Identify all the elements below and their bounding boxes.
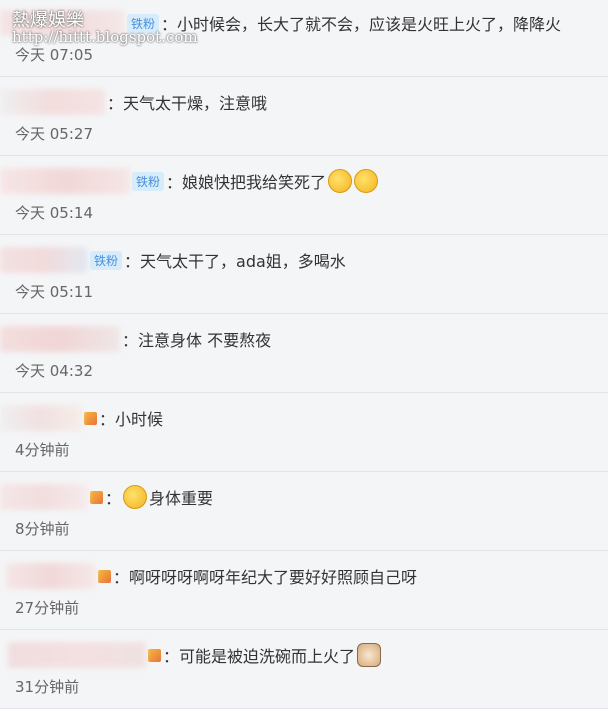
username-blurred bbox=[8, 642, 146, 668]
username-blurred bbox=[0, 484, 88, 510]
comment-text: 身体重要 bbox=[149, 489, 214, 508]
comment-item: ：注意身体 不要熬夜 今天 04:32 bbox=[0, 314, 608, 393]
fan-badge: 铁粉 bbox=[132, 171, 165, 191]
comment-time: 31分钟前 bbox=[15, 678, 80, 696]
comment-list: 铁粉 ：小时候会，长大了就不会，应该是火旺上火了，降降火 今天 07:05 ：天… bbox=[0, 0, 608, 709]
comment-line: ：小时候 bbox=[0, 403, 163, 433]
comment-line: 铁粉 ：天气太干了，ada姐，多喝水 bbox=[0, 245, 346, 275]
comment-text: ：娘娘快把我给笑死了 bbox=[166, 173, 327, 192]
comment-time: 今天 05:27 bbox=[15, 125, 93, 143]
username-blurred bbox=[0, 89, 105, 115]
sweat-emoji-icon bbox=[354, 169, 379, 193]
username-blurred bbox=[0, 326, 120, 352]
comment-text: ：啊呀呀呀啊呀年纪大了要好好照顾自己呀 bbox=[113, 568, 418, 587]
comment-line: ：天气太干燥，注意哦 bbox=[0, 87, 267, 117]
comment-line: 铁粉 ：娘娘快把我给笑死了 bbox=[0, 166, 379, 196]
comment-line: ：可能是被迫洗碗而上火了 bbox=[0, 640, 382, 670]
comment-item: ：天气太干燥，注意哦 今天 05:27 bbox=[0, 77, 608, 156]
shocked-emoji-icon bbox=[123, 485, 148, 509]
comment-item: 铁粉 ：天气太干了，ada姐，多喝水 今天 05:11 bbox=[0, 235, 608, 314]
vip-crown-icon bbox=[90, 490, 103, 504]
comment-item: 铁粉 ：娘娘快把我给笑死了 今天 05:14 bbox=[0, 156, 608, 235]
vip-crown-icon bbox=[148, 648, 161, 662]
comment-time: 今天 05:14 bbox=[15, 204, 93, 222]
comment-text: ：可能是被迫洗碗而上火了 bbox=[163, 647, 356, 666]
comment-text: ：注意身体 不要熬夜 bbox=[122, 331, 272, 350]
fan-badge: 铁粉 bbox=[90, 250, 123, 270]
vip-crown-icon bbox=[98, 569, 111, 583]
comment-time: 今天 07:05 bbox=[15, 46, 93, 64]
comment-item: ：可能是被迫洗碗而上火了 31分钟前 bbox=[0, 630, 608, 709]
comment-time: 今天 05:11 bbox=[15, 283, 93, 301]
comment-time: 27分钟前 bbox=[15, 599, 80, 617]
username-blurred bbox=[0, 247, 88, 273]
comment-time: 4分钟前 bbox=[15, 441, 70, 459]
comment-text: ：天气太干燥，注意哦 bbox=[107, 94, 268, 113]
comment-line: ：注意身体 不要熬夜 bbox=[0, 324, 271, 354]
cat-emoji-icon bbox=[357, 643, 382, 667]
comment-item: ： 身体重要 8分钟前 bbox=[0, 472, 608, 551]
comment-line: ： 身体重要 bbox=[0, 482, 213, 512]
watermark-url: http://hittt.blogspot.com bbox=[12, 28, 198, 46]
comment-text: ：小时候 bbox=[99, 410, 164, 429]
username-blurred bbox=[0, 405, 82, 431]
laugh-emoji-icon bbox=[328, 169, 353, 193]
comment-time: 8分钟前 bbox=[15, 520, 70, 538]
username-blurred bbox=[0, 168, 130, 194]
comment-text: ：天气太干了，ada姐，多喝水 bbox=[124, 252, 346, 271]
username-blurred bbox=[6, 563, 96, 589]
vip-crown-icon bbox=[84, 411, 97, 425]
comment-text: ：小时候会，长大了就不会，应该是火旺上火了，降降火 bbox=[161, 15, 562, 34]
comment-time: 今天 04:32 bbox=[15, 362, 93, 380]
comment-item: ：啊呀呀呀啊呀年纪大了要好好照顾自己呀 27分钟前 bbox=[0, 551, 608, 630]
comment-line: ：啊呀呀呀啊呀年纪大了要好好照顾自己呀 bbox=[0, 561, 417, 591]
comment-text: ： bbox=[105, 489, 122, 508]
comment-item: ：小时候 4分钟前 bbox=[0, 393, 608, 472]
